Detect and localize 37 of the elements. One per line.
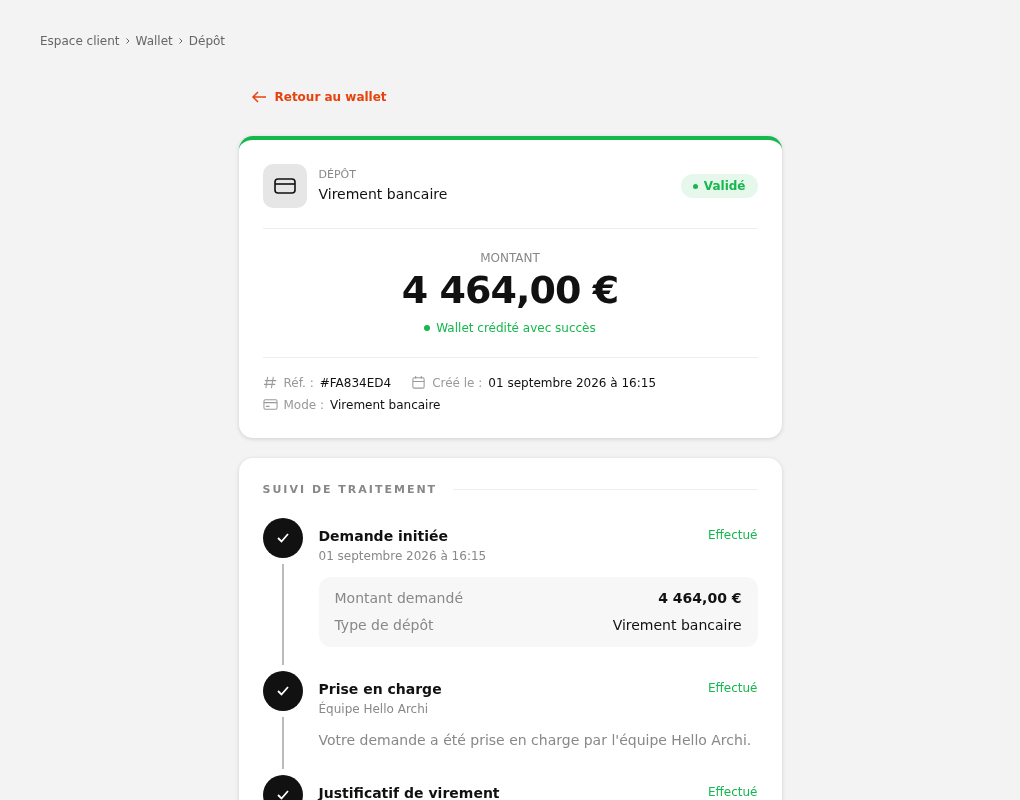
step-status: Effectué bbox=[707, 680, 758, 697]
detail-value: Virement bancaire bbox=[612, 616, 742, 635]
detail-label: Montant demandé bbox=[334, 589, 463, 608]
meta-value: #FA834ED4 bbox=[319, 374, 392, 392]
eyebrow-label: DÉPÔT bbox=[318, 167, 357, 184]
meta-label: Créé le : bbox=[432, 374, 483, 392]
step-note: Votre demande a été prise en charge par l'équipe Hello Archi. bbox=[318, 731, 753, 750]
detail-label: Type de dépôt bbox=[334, 616, 434, 635]
amount-label: MONTANT bbox=[480, 250, 540, 267]
meta-label: Mode : bbox=[283, 396, 325, 414]
step-status: Effectué bbox=[707, 784, 758, 800]
success-note: Wallet crédité avec succès bbox=[436, 319, 596, 337]
calendar-icon bbox=[411, 375, 427, 390]
meta-label: Réf. : bbox=[283, 374, 314, 392]
meta-value: Virement bancaire bbox=[330, 396, 441, 414]
breadcrumb-link[interactable]: Dépôt bbox=[188, 32, 226, 50]
meta-value: 01 septembre 2026 à 16:15 bbox=[488, 374, 657, 392]
chevron-right-icon bbox=[125, 38, 130, 44]
breadcrumb-link[interactable]: Wallet bbox=[135, 32, 173, 50]
chevron-right-icon bbox=[178, 38, 183, 44]
deposit-title: Virement bancaire bbox=[318, 184, 449, 204]
hash-icon bbox=[262, 375, 278, 390]
status-badge: Validé bbox=[680, 174, 758, 198]
step-title: Justificatif de virement bbox=[318, 784, 500, 800]
step-status: Effectué bbox=[707, 527, 758, 544]
card-icon bbox=[262, 397, 278, 412]
detail-value: 4 464,00 € bbox=[658, 589, 742, 608]
step-title: Prise en charge bbox=[318, 680, 442, 699]
step-subtitle: 01 septembre 2026 à 16:15 bbox=[318, 548, 487, 565]
step-title: Demande initiée bbox=[318, 527, 450, 546]
bank-card-icon bbox=[262, 164, 307, 208]
step-subtitle: Équipe Hello Archi bbox=[318, 700, 430, 718]
section-title: SUIVI DE TRAITEMENT bbox=[262, 481, 438, 498]
amount-value: 4 464,00 € bbox=[401, 267, 619, 314]
arrow-left-icon bbox=[250, 91, 267, 103]
breadcrumb-link[interactable]: Espace client bbox=[40, 32, 120, 50]
back-link[interactable]: Retour au wallet bbox=[250, 88, 387, 106]
